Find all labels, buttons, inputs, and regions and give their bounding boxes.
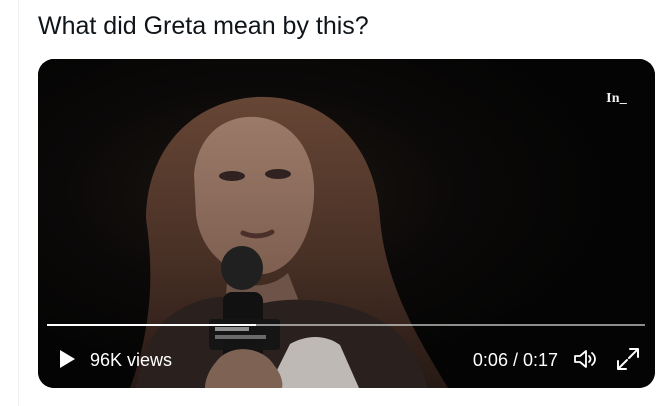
channel-watermark: In_ [606,91,627,106]
video-time: 0:06 / 0:17 [472,350,558,370]
video-progress-bar[interactable] [47,324,645,326]
view-count: 96K views [90,350,173,370]
tweet-page: What did Greta mean by this? In_ 96K vie… [0,0,668,406]
play-icon [60,350,75,368]
video-player[interactable]: In_ 96K views 0:06 / 0:17 [38,59,655,388]
fullscreen-button[interactable] [615,346,641,372]
tweet-text: What did Greta mean by this? [38,12,369,40]
play-button[interactable] [56,347,78,371]
video-progress-fill [47,324,257,326]
video-controls: 96K views 0:06 / 0:17 [38,339,655,379]
volume-button[interactable] [572,347,598,371]
timeline-divider [18,0,19,406]
volume-icon [574,350,596,368]
fullscreen-icon [617,348,639,370]
